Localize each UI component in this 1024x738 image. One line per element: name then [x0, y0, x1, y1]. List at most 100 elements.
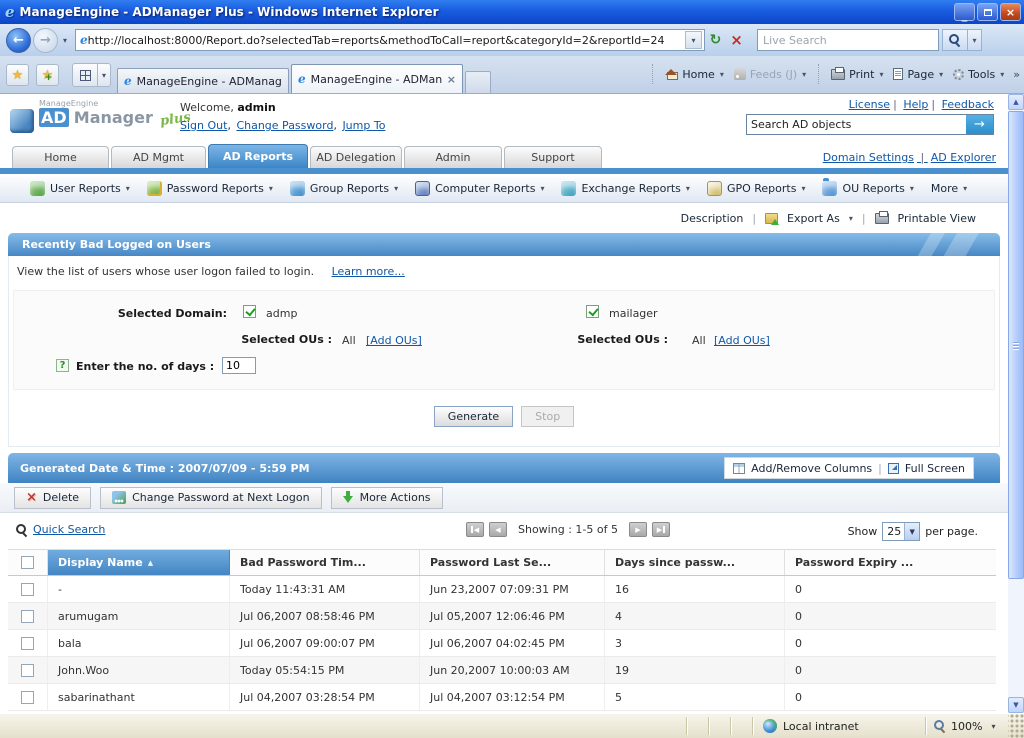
address-dropdown-icon[interactable]: ▾ [685, 31, 703, 49]
chevron-down-icon[interactable]: ▼ [904, 523, 920, 540]
toolbar-overflow-icon[interactable]: » [1013, 68, 1020, 81]
chevron-down-icon[interactable]: ▾ [991, 722, 995, 731]
resize-grip[interactable] [1008, 714, 1024, 738]
menu-ou-reports[interactable]: OU Reports ▾ [822, 177, 914, 196]
generate-button[interactable]: Generate [433, 405, 514, 427]
search-ad-objects-input[interactable] [747, 115, 966, 134]
last-page-button[interactable]: ▶ [651, 522, 670, 537]
menu-user-reports[interactable]: User Reports ▾ [30, 180, 130, 196]
full-screen-button[interactable]: Full Screen [905, 462, 965, 475]
history-dropdown-icon[interactable]: ▾ [63, 36, 67, 45]
column-days-since-password[interactable]: Days since passw... [605, 550, 785, 575]
help-link[interactable]: Help [903, 98, 938, 111]
row-checkbox[interactable] [21, 609, 34, 623]
forward-button[interactable]: → [33, 27, 58, 53]
browser-tab-label[interactable]: ManageEngine - ADManager ... [137, 75, 282, 88]
add-remove-columns-button[interactable]: Add/Remove Columns [751, 462, 872, 475]
new-tab-stub[interactable] [465, 71, 491, 93]
gear-icon [953, 68, 965, 80]
domain-checkbox-admp[interactable] [243, 305, 256, 318]
column-display-name[interactable]: Display Name ▲ [48, 550, 230, 575]
page-button[interactable]: Page ▾ [888, 62, 948, 86]
menu-group-reports[interactable]: Group Reports ▾ [289, 180, 398, 196]
select-all-checkbox[interactable] [21, 556, 34, 569]
scroll-down-icon[interactable]: ▼ [1008, 697, 1024, 713]
search-button[interactable] [942, 29, 969, 51]
row-checkbox[interactable] [21, 690, 34, 704]
prev-page-button[interactable]: ◀ [489, 522, 507, 537]
zoom-pane[interactable]: 100% ▾ [925, 717, 1008, 735]
menu-computer-reports[interactable]: Computer Reports ▾ [415, 180, 544, 196]
live-search-input[interactable] [757, 29, 940, 51]
chevron-down-icon[interactable]: ▾ [720, 70, 724, 79]
chevron-down-icon[interactable]: ▾ [939, 70, 943, 79]
browser-tab-1[interactable]: e ManageEngine - ADManager ... [117, 68, 289, 93]
menu-exchange-reports[interactable]: Exchange Reports ▾ [561, 180, 690, 196]
days-input[interactable] [222, 357, 256, 374]
sign-out-link[interactable]: Sign Out [180, 119, 233, 132]
search-go-button[interactable]: → [966, 115, 993, 134]
row-checkbox[interactable] [21, 663, 34, 677]
vertical-scrollbar[interactable]: ▲ ▼ [1008, 94, 1024, 713]
add-favorite-button[interactable]: ★ [36, 64, 59, 86]
quick-tabs-button[interactable] [72, 63, 98, 87]
printable-view-button[interactable]: Printable View [898, 212, 976, 225]
domain-settings-link[interactable]: Domain Settings [823, 151, 931, 164]
tab-support[interactable]: Support [504, 146, 602, 168]
learn-more-link[interactable]: Learn more... [332, 265, 405, 278]
stop-button[interactable]: × [726, 30, 747, 51]
favorites-button[interactable]: ★ [6, 64, 29, 86]
menu-password-reports[interactable]: Password Reports ▾ [146, 180, 273, 196]
next-page-button[interactable]: ▶ [628, 522, 647, 537]
ad-explorer-link[interactable]: AD Explorer [931, 151, 996, 164]
quick-search-link[interactable]: Quick Search [16, 523, 105, 536]
home-button[interactable]: Home ▾ [660, 62, 729, 86]
row-checkbox[interactable] [21, 636, 34, 650]
address-field[interactable]: e http://localhost:8000/Report.do?select… [75, 29, 706, 51]
chevron-down-icon[interactable]: ▾ [1000, 70, 1004, 79]
tab-list-dropdown-icon[interactable]: ▾ [98, 63, 111, 87]
refresh-button[interactable]: ↻ [705, 30, 726, 51]
menu-more[interactable]: More ▾ [931, 182, 967, 195]
change-password-next-logon-button[interactable]: Change Password at Next Logon [100, 486, 322, 509]
description-link[interactable]: Description [681, 212, 744, 225]
scroll-up-icon[interactable]: ▲ [1008, 94, 1024, 110]
scrollbar-thumb[interactable] [1008, 111, 1024, 579]
license-link[interactable]: License [849, 98, 900, 111]
row-checkbox[interactable] [21, 582, 34, 596]
tab-home[interactable]: Home [12, 146, 109, 168]
change-password-link[interactable]: Change Password [236, 119, 339, 132]
tab-close-icon[interactable]: × [447, 73, 456, 86]
menu-gpo-reports[interactable]: GPO Reports ▾ [706, 180, 805, 196]
tools-button[interactable]: Tools ▾ [948, 62, 1009, 86]
browser-tab-2-active[interactable]: e ManageEngine - ADMana... × [291, 64, 463, 93]
column-password-last-set[interactable]: Password Last Se... [420, 550, 605, 575]
export-as-button[interactable]: Export As [787, 212, 840, 225]
page-size-select[interactable]: 25 ▼ [882, 522, 921, 541]
search-options-icon[interactable]: ▾ [968, 29, 983, 51]
add-ous-link[interactable]: [Add OUs] [366, 334, 422, 347]
tab-ad-mgmt[interactable]: AD Mgmt [111, 146, 206, 168]
column-bad-password-time[interactable]: Bad Password Tim... [230, 550, 420, 575]
domain-checkbox-mailager[interactable] [586, 305, 599, 318]
jump-to-link[interactable]: Jump To [342, 119, 385, 132]
chevron-down-icon[interactable]: ▾ [879, 70, 883, 79]
print-button[interactable]: Print ▾ [826, 62, 888, 86]
column-password-expiry[interactable]: Password Expiry ... [785, 550, 996, 575]
feeds-button[interactable]: Feeds (J) ▾ [729, 62, 811, 86]
back-button[interactable]: ← [6, 27, 31, 53]
browser-tab-label[interactable]: ManageEngine - ADMana... [311, 73, 442, 86]
first-page-button[interactable]: ◀ [466, 522, 484, 537]
add-ous-link[interactable]: [Add OUs] [714, 334, 770, 347]
tab-ad-delegation[interactable]: AD Delegation [310, 146, 402, 168]
tab-admin[interactable]: Admin [404, 146, 502, 168]
feedback-link[interactable]: Feedback [942, 98, 994, 111]
minimize-button[interactable]: _ [954, 3, 975, 22]
address-url[interactable]: http://localhost:8000/Report.do?selected… [88, 34, 685, 47]
chevron-down-icon[interactable]: ▾ [849, 214, 853, 223]
restore-button[interactable] [977, 3, 998, 21]
delete-button[interactable]: × Delete [14, 486, 92, 509]
more-actions-button[interactable]: More Actions [330, 486, 443, 509]
tab-ad-reports[interactable]: AD Reports [208, 144, 308, 168]
close-button[interactable]: × [1000, 3, 1021, 21]
